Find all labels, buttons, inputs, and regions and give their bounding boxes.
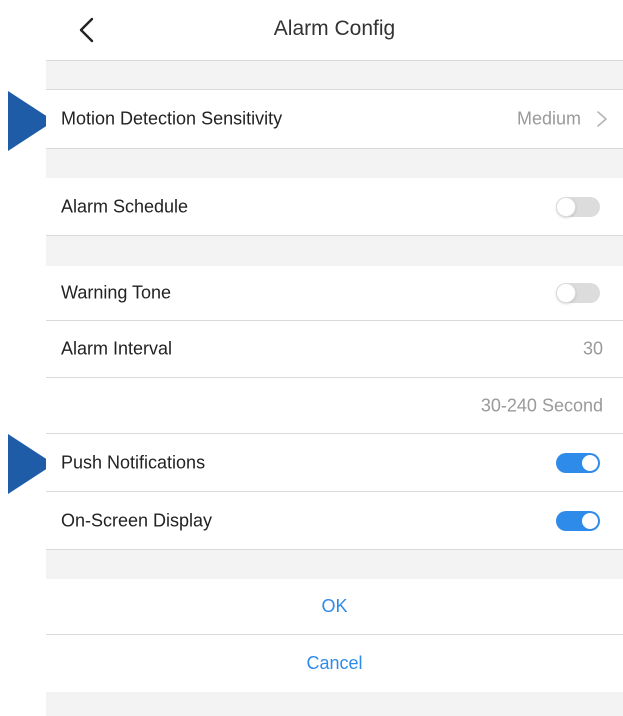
warning-tone-row: Warning Tone — [46, 266, 623, 320]
push-notifications-row: Push Notifications — [46, 434, 623, 491]
motion-sensitivity-row[interactable]: Motion Detection Sensitivity Medium — [46, 90, 623, 148]
alarm-interval-value: 30 — [582, 338, 603, 359]
toggle-knob — [582, 454, 598, 471]
interval-range-hint: 30-240 Second — [480, 395, 603, 415]
interval-hint-row: 30-240 Second — [46, 378, 623, 433]
push-notifications-label: Push Notifications — [61, 452, 206, 472]
toggle-knob — [582, 512, 598, 529]
motion-sensitivity-label: Motion Detection Sensitivity — [61, 108, 283, 129]
cancel-button[interactable]: Cancel — [46, 653, 623, 674]
alarm-config-screen: Alarm Config Motion Detection Sensitivit… — [46, 0, 623, 716]
section-spacer — [46, 60, 623, 90]
alarm-schedule-row: Alarm Schedule — [46, 178, 623, 235]
push-notifications-toggle[interactable] — [556, 452, 600, 473]
divider — [46, 60, 623, 61]
divider — [46, 634, 623, 635]
on-screen-display-row: On-Screen Display — [46, 492, 623, 549]
toggle-knob — [556, 196, 576, 217]
warning-tone-toggle[interactable] — [556, 283, 600, 303]
page-title: Alarm Config — [273, 17, 396, 40]
section-spacer — [46, 550, 623, 579]
section-spacer — [46, 149, 623, 178]
on-screen-display-label: On-Screen Display — [61, 510, 213, 530]
toggle-knob — [556, 283, 576, 303]
chevron-right-icon — [597, 111, 607, 127]
header-bar: Alarm Config — [46, 0, 623, 60]
on-screen-display-toggle[interactable] — [556, 510, 600, 531]
alarm-schedule-label: Alarm Schedule — [61, 196, 189, 216]
alarm-interval-label: Alarm Interval — [61, 338, 173, 359]
bottom-spacer — [46, 692, 623, 716]
warning-tone-label: Warning Tone — [61, 282, 172, 303]
section-spacer — [46, 236, 623, 266]
motion-sensitivity-value: Medium — [516, 108, 581, 129]
alarm-interval-row[interactable]: Alarm Interval 30 — [46, 321, 623, 377]
ok-button[interactable]: OK — [46, 596, 623, 617]
alarm-schedule-toggle[interactable] — [556, 196, 600, 217]
